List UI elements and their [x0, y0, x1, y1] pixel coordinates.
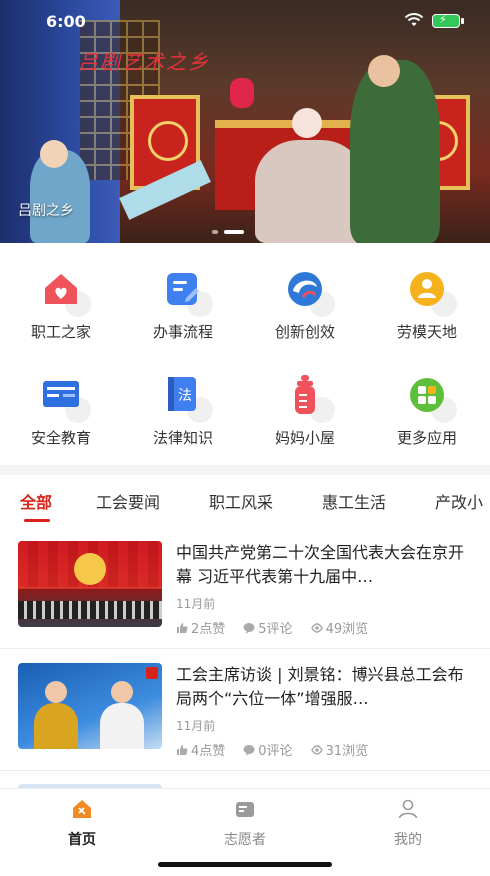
banner-performer-3 [350, 60, 440, 243]
nav-profile[interactable]: 我的 [348, 797, 468, 849]
news-thumbnail [18, 541, 162, 627]
nav-home-label: 首页 [68, 832, 96, 848]
comments-count: 0评论 [258, 744, 293, 759]
volunteer-card-icon [236, 802, 254, 817]
baby-bottle-icon [283, 373, 335, 423]
views-stat: 31浏览 [310, 740, 369, 759]
tab-benefit-life[interactable]: 惠工生活 [322, 489, 386, 513]
quick-item-label: 妈妈小屋 [274, 429, 335, 447]
news-item-partial[interactable] [0, 770, 490, 794]
quick-item-more-apps[interactable]: 更多应用 [366, 373, 488, 448]
news-stats: 4点赞 0评论 31浏览 [176, 740, 368, 759]
news-item[interactable]: 中国共产党第二十次全国代表大会在京开幕 习近平代表第十九届中… 11月前 2点赞… [0, 527, 490, 649]
quick-item-procedures[interactable]: 办事流程 [122, 267, 244, 342]
banner-performer-1-head [40, 140, 68, 168]
home-party-icon [73, 800, 91, 818]
svg-text:法: 法 [178, 388, 192, 404]
thumbs-up-icon [177, 744, 188, 755]
quick-item-label: 职工之家 [30, 323, 91, 341]
model-worker-icon [405, 267, 457, 317]
likes-count: 4点赞 [191, 744, 226, 759]
quick-item-mothers-room[interactable]: 妈妈小屋 [244, 373, 366, 448]
thumbnail-person-1-head [45, 681, 67, 703]
quick-item-label: 创新创效 [274, 323, 335, 341]
home-icon [39, 267, 91, 317]
status-time: 6:00 [46, 12, 86, 31]
banner-caption: 吕剧之乡 [18, 203, 74, 219]
section-divider [0, 465, 490, 475]
news-item[interactable]: 工会主席访谈 | 刘景铭：博兴县总工会布局两个“六位一体”增强服… 11月前 4… [0, 649, 490, 771]
quick-item-safety-education[interactable]: 安全教育 [0, 373, 122, 448]
news-title[interactable]: 中国共产党第二十次全国代表大会在京开幕 习近平代表第十九届中… [176, 541, 472, 589]
likes-stat[interactable]: 2点赞 [176, 618, 225, 637]
wifi-icon [404, 13, 424, 26]
thumbnail-person-1 [34, 703, 78, 749]
comments-count: 5评论 [258, 622, 293, 637]
comments-stat[interactable]: 0评论 [243, 740, 293, 759]
banner-lantern [230, 78, 254, 108]
banner-performer-3-head [368, 55, 400, 87]
category-tabs: 全部 工会要闻 职工风采 惠工生活 产改小 [0, 475, 490, 525]
nav-home[interactable]: 首页 [22, 797, 142, 849]
nav-volunteer-label: 志愿者 [224, 832, 266, 848]
thumbnail-emblem [74, 553, 106, 585]
edit-document-icon [161, 267, 213, 317]
quick-item-model-workers[interactable]: 劳模天地 [366, 267, 488, 342]
status-bar: 6:00 ⚡ [0, 0, 490, 44]
person-icon [398, 799, 418, 819]
news-stats: 2点赞 5评论 49浏览 [176, 618, 368, 637]
news-title[interactable]: 工会主席访谈 | 刘景铭：博兴县总工会布局两个“六位一体”增强服… [176, 663, 472, 711]
innovation-swirl-icon [283, 267, 335, 317]
pagination-dot[interactable] [212, 230, 218, 234]
quick-item-innovation[interactable]: 创新创效 [244, 267, 366, 342]
news-time: 11月前 [176, 597, 216, 611]
banner-calligraphy: 吕剧艺术之乡 [78, 50, 210, 74]
pagination-dot-active[interactable] [224, 230, 244, 234]
news-time: 11月前 [176, 719, 216, 733]
news-thumbnail [18, 663, 162, 749]
views-count: 31浏览 [325, 744, 369, 759]
more-apps-icon [405, 373, 457, 423]
law-book-icon: 法 [161, 373, 213, 423]
banner-performer-2-head [292, 108, 322, 138]
comments-stat[interactable]: 5评论 [243, 618, 293, 637]
banner-performer-2 [255, 140, 365, 243]
quick-menu-grid: 职工之家 办事流程 创新创效 劳模天地 安全教育 法 法律知识 妈妈小屋 更多应… [0, 243, 490, 465]
safety-board-icon [39, 373, 91, 423]
tab-union-news[interactable]: 工会要闻 [96, 489, 160, 513]
home-indicator [158, 862, 332, 867]
quick-item-label: 办事流程 [152, 323, 213, 341]
banner-pagination[interactable] [212, 230, 244, 234]
thumbnail-audience [18, 601, 162, 619]
thumbnail-person-2 [100, 703, 144, 749]
likes-count: 2点赞 [191, 622, 226, 637]
quick-item-label: 安全教育 [30, 429, 91, 447]
comment-icon [243, 744, 255, 755]
quick-item-label: 更多应用 [396, 429, 457, 447]
tab-worker-style[interactable]: 职工风采 [209, 489, 273, 513]
quick-item-label: 法律知识 [152, 429, 213, 447]
battery-charging-icon: ⚡ [432, 13, 464, 28]
comment-icon [243, 622, 255, 633]
thumbnail-logo [146, 667, 158, 679]
thumbs-up-icon [177, 622, 188, 633]
views-stat: 49浏览 [310, 618, 369, 637]
eye-icon [310, 622, 323, 633]
tab-industry-reform[interactable]: 产改小 [435, 489, 483, 513]
likes-stat[interactable]: 4点赞 [176, 740, 225, 759]
nav-volunteer[interactable]: 志愿者 [185, 797, 305, 849]
quick-item-legal-knowledge[interactable]: 法 法律知识 [122, 373, 244, 448]
eye-icon [310, 744, 323, 755]
tab-all[interactable]: 全部 [20, 489, 52, 513]
nav-profile-label: 我的 [394, 832, 422, 848]
thumbnail-person-2-head [111, 681, 133, 703]
quick-item-workers-home[interactable]: 职工之家 [0, 267, 122, 342]
active-tab-indicator [24, 519, 50, 522]
views-count: 49浏览 [325, 622, 369, 637]
quick-item-label: 劳模天地 [396, 323, 457, 341]
